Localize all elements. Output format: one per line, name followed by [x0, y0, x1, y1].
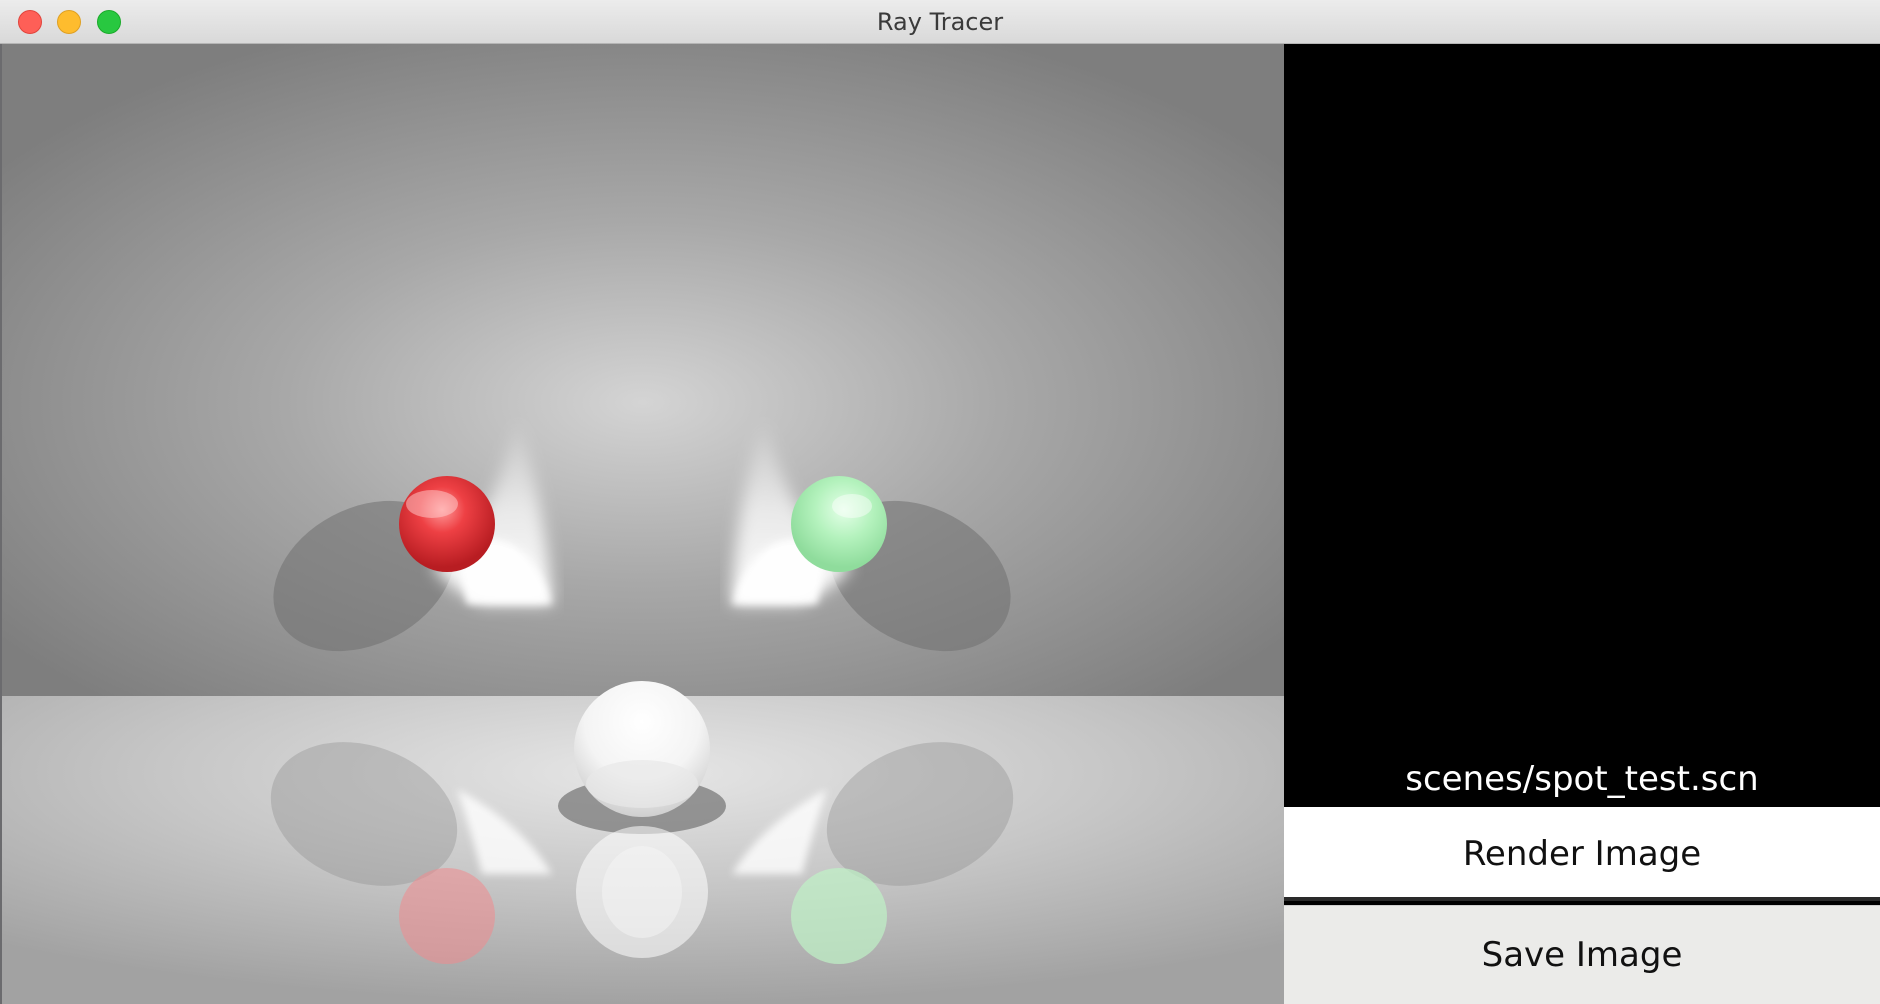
title-bar: Ray Tracer: [0, 0, 1880, 44]
window-title: Ray Tracer: [876, 8, 1004, 36]
save-image-button[interactable]: Save Image: [1284, 905, 1880, 1004]
control-panel: scenes/spot_test.scn Render Image Save I…: [1284, 44, 1880, 1004]
rendered-scene-image: [2, 44, 1284, 1004]
render-viewport: [2, 44, 1284, 1004]
render-image-button[interactable]: Render Image: [1284, 807, 1880, 901]
app-window: Ray Tracer scenes/spot_test.scn Render I…: [0, 0, 1880, 1004]
preview-area: [1284, 44, 1880, 806]
scene-file-label: scenes/spot_test.scn: [1405, 759, 1759, 799]
